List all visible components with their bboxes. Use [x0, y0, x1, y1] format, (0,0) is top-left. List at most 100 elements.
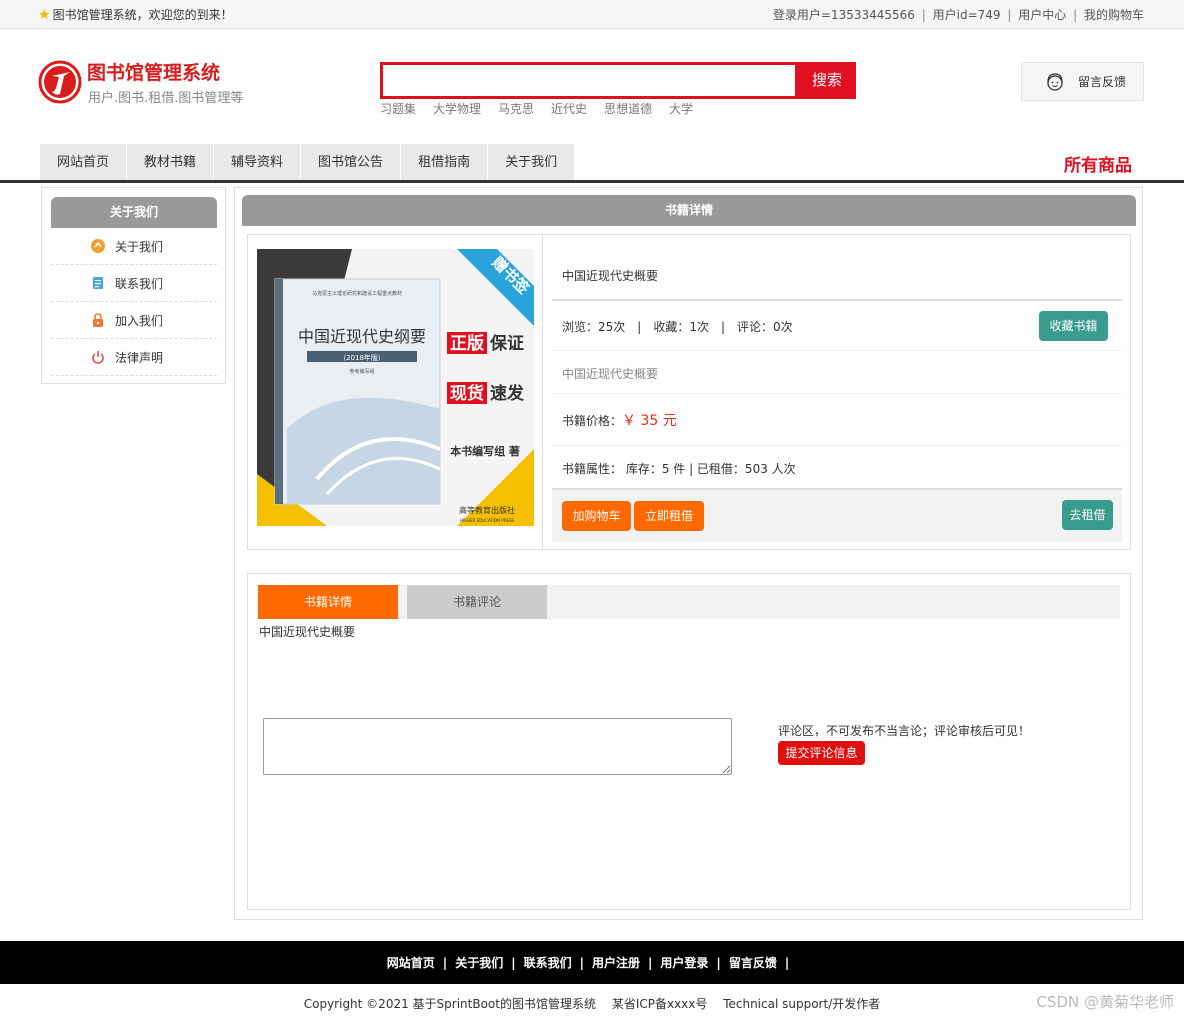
rent-now-button[interactable]: 立即租借 — [634, 501, 704, 531]
price-value: ￥ 35 元 — [622, 413, 677, 429]
go-rent-button[interactable]: 去租借 — [1062, 500, 1113, 530]
search-input[interactable] — [380, 62, 798, 99]
footer-nav: 网站首页 | 关于我们 | 联系我们 | 用户注册 | 用户登录 | 留言反馈 | — [0, 941, 1184, 984]
sidebar-title: 关于我们 — [51, 197, 217, 228]
cover-title-text: 中国近现代史纲要 — [298, 327, 426, 346]
separator: | — [720, 320, 726, 334]
book-detail-box: 马克思主义理论研究和建设工程重点教材 中国近现代史纲要 （2018年版） 参考编… — [247, 234, 1131, 550]
comments-count: 评论：0次 — [737, 320, 793, 334]
separator: | — [1007, 8, 1012, 22]
search-button[interactable]: 搜索 — [798, 62, 856, 99]
feedback-button[interactable]: 留言反馈 — [1021, 62, 1144, 101]
hot-word-link[interactable]: 马克思 — [498, 100, 534, 117]
sidebar-item-label: 加入我们 — [115, 313, 164, 328]
cover-publisher-text: 高等教育出版社 — [459, 505, 515, 515]
hot-word-link[interactable]: 大学物理 — [433, 100, 481, 117]
nav-item-tutoring[interactable]: 辅导资料 — [214, 144, 302, 181]
user-center-link[interactable]: 用户中心 — [1018, 8, 1066, 22]
tab-book-comments[interactable]: 书籍评论 — [407, 585, 547, 619]
book-cover-image[interactable]: 马克思主义理论研究和建设工程重点教材 中国近现代史纲要 （2018年版） 参考编… — [257, 249, 534, 526]
nav-item-textbooks[interactable]: 教材书籍 — [127, 144, 215, 181]
main-panel: 书籍详情 马克思主义理论研究和建设工程重点教材 中国近现代史纲要 （2018年版… — [234, 187, 1143, 920]
cover-edition-text: （2018年版） — [339, 353, 385, 362]
book-name-row: 中国近现代史概要 — [552, 235, 1122, 301]
user-id-link[interactable]: 用户id=749 — [933, 8, 1001, 22]
price-label: 书籍价格： — [562, 414, 623, 428]
sidebar-item-label: 联系我们 — [115, 276, 164, 291]
comment-note: 评论区，不可发布不当言论；评论审核后可见！ — [778, 724, 1031, 738]
cover-edition-note: 参考编写组 — [349, 368, 374, 375]
attributes-row: 书籍属性： 库存：5 件 | 已租借：503 人次 — [552, 446, 1122, 490]
sidebar-item-join[interactable]: 加入我们 — [51, 302, 217, 339]
user-links: 登录用户=13533445566 | 用户id=749 | 用户中心 | 我的购… — [773, 6, 1144, 23]
hot-word-link[interactable]: 习题集 — [380, 100, 416, 117]
nav-item-rental-guide[interactable]: 租借指南 — [401, 144, 489, 181]
power-icon — [92, 351, 104, 364]
about-icon — [91, 239, 105, 253]
sidebar-item-about[interactable]: 关于我们 — [51, 228, 217, 265]
nav-item-about[interactable]: 关于我们 — [488, 144, 576, 181]
separator: | — [921, 8, 926, 22]
stats-row: 浏览：25次 | 收藏：1次 | 评论：0次 收藏书籍 — [552, 301, 1122, 351]
sidebar-item-label: 关于我们 — [115, 239, 164, 254]
comment-textarea[interactable] — [263, 718, 732, 775]
cover-badge1-b: 保证 — [489, 333, 524, 354]
add-to-cart-button[interactable]: 加购物车 — [562, 501, 631, 531]
views-count: 浏览：25次 — [562, 320, 626, 334]
separator: | — [637, 320, 642, 334]
my-cart-link[interactable]: 我的购物车 — [1084, 8, 1144, 22]
sidebar: 关于我们 关于我们 联系我们 加入我们 法律声明 — [41, 187, 226, 384]
separator: | — [1073, 8, 1078, 22]
main-nav: 网站首页 教材书籍 辅导资料 图书馆公告 租借指南 关于我们 — [40, 144, 576, 181]
all-goods-link[interactable]: 所有商品 — [1064, 151, 1132, 176]
star-icon: ★ — [38, 6, 51, 23]
hot-words: 习题集 大学物理 马克思 近代史 思想道德 大学 — [380, 100, 710, 117]
nav-item-home[interactable]: 网站首页 — [40, 144, 128, 181]
detail-divider — [542, 235, 543, 549]
action-row: 加购物车 立即租借 去租借 — [552, 490, 1122, 542]
footer-link-register[interactable]: 用户注册 — [592, 954, 640, 971]
footer-link-feedback[interactable]: 留言反馈 — [729, 954, 777, 971]
hot-word-link[interactable]: 大学 — [669, 100, 693, 117]
site-subtitle: 用户.图书.租借.图书管理等 — [88, 91, 244, 106]
sidebar-item-legal[interactable]: 法律声明 — [51, 339, 217, 376]
tab-content-text: 中国近现代史概要 — [259, 625, 356, 639]
footer-link-home[interactable]: 网站首页 — [387, 954, 435, 971]
contact-icon — [93, 277, 103, 289]
site-title[interactable]: 图书馆管理系统 — [87, 58, 220, 85]
icp-text: 某省ICP备xxxx号 — [611, 997, 708, 1011]
hot-word-link[interactable]: 近代史 — [551, 100, 587, 117]
main-title: 书籍详情 — [242, 195, 1136, 226]
cover-series-text: 马克思主义理论研究和建设工程重点教材 — [312, 290, 402, 297]
footer-link-contact[interactable]: 联系我们 — [524, 954, 572, 971]
submit-comment-button[interactable]: 提交评论信息 — [778, 741, 865, 765]
separator: | — [579, 955, 584, 970]
book-attributes: 书籍属性： 库存：5 件 | 已租借：503 人次 — [562, 462, 796, 476]
nav-item-announcements[interactable]: 图书馆公告 — [301, 144, 402, 181]
footer-link-login[interactable]: 用户登录 — [660, 954, 708, 971]
headset-user-icon — [1047, 72, 1063, 91]
top-bar: ★ 图书馆管理系统，欢迎您的到来！ 登录用户=13533445566 | 用户i… — [0, 0, 1184, 29]
tabs-box: 书籍详情 书籍评论 中国近现代史概要 评论区，不可发布不当言论；评论审核后可见！… — [247, 573, 1131, 910]
description-row: 中国近现代史概要 — [552, 351, 1122, 394]
favorites-count: 收藏：1次 — [653, 320, 709, 334]
copyright-text: Copyright ©2021 基于SprintBoot的图书馆管理系统 — [303, 997, 596, 1011]
sidebar-item-contact[interactable]: 联系我们 — [51, 265, 217, 302]
logo-icon[interactable] — [38, 60, 82, 104]
watermark: CSDN @黄菊华老师 — [1036, 993, 1174, 1011]
hot-word-link[interactable]: 思想道德 — [604, 100, 652, 117]
welcome-message: ★ 图书馆管理系统，欢迎您的到来！ — [38, 6, 233, 23]
price-field: 书籍价格：￥ 35 元 — [562, 410, 677, 430]
cover-badge2-b: 速发 — [490, 383, 525, 404]
book-name: 中国近现代史概要 — [562, 269, 659, 283]
price-row: 书籍价格：￥ 35 元 — [552, 394, 1122, 446]
feedback-label: 留言反馈 — [1078, 75, 1127, 89]
tab-book-detail[interactable]: 书籍详情 — [258, 585, 398, 619]
support-text: Technical support/开发作者 — [723, 997, 881, 1011]
footer-link-about[interactable]: 关于我们 — [455, 954, 503, 971]
favorite-book-button[interactable]: 收藏书籍 — [1039, 311, 1108, 341]
separator: | — [716, 955, 721, 970]
cover-badge2-a: 现货 — [450, 383, 484, 404]
login-user-link[interactable]: 登录用户=13533445566 — [773, 8, 915, 22]
separator: | — [784, 955, 790, 970]
